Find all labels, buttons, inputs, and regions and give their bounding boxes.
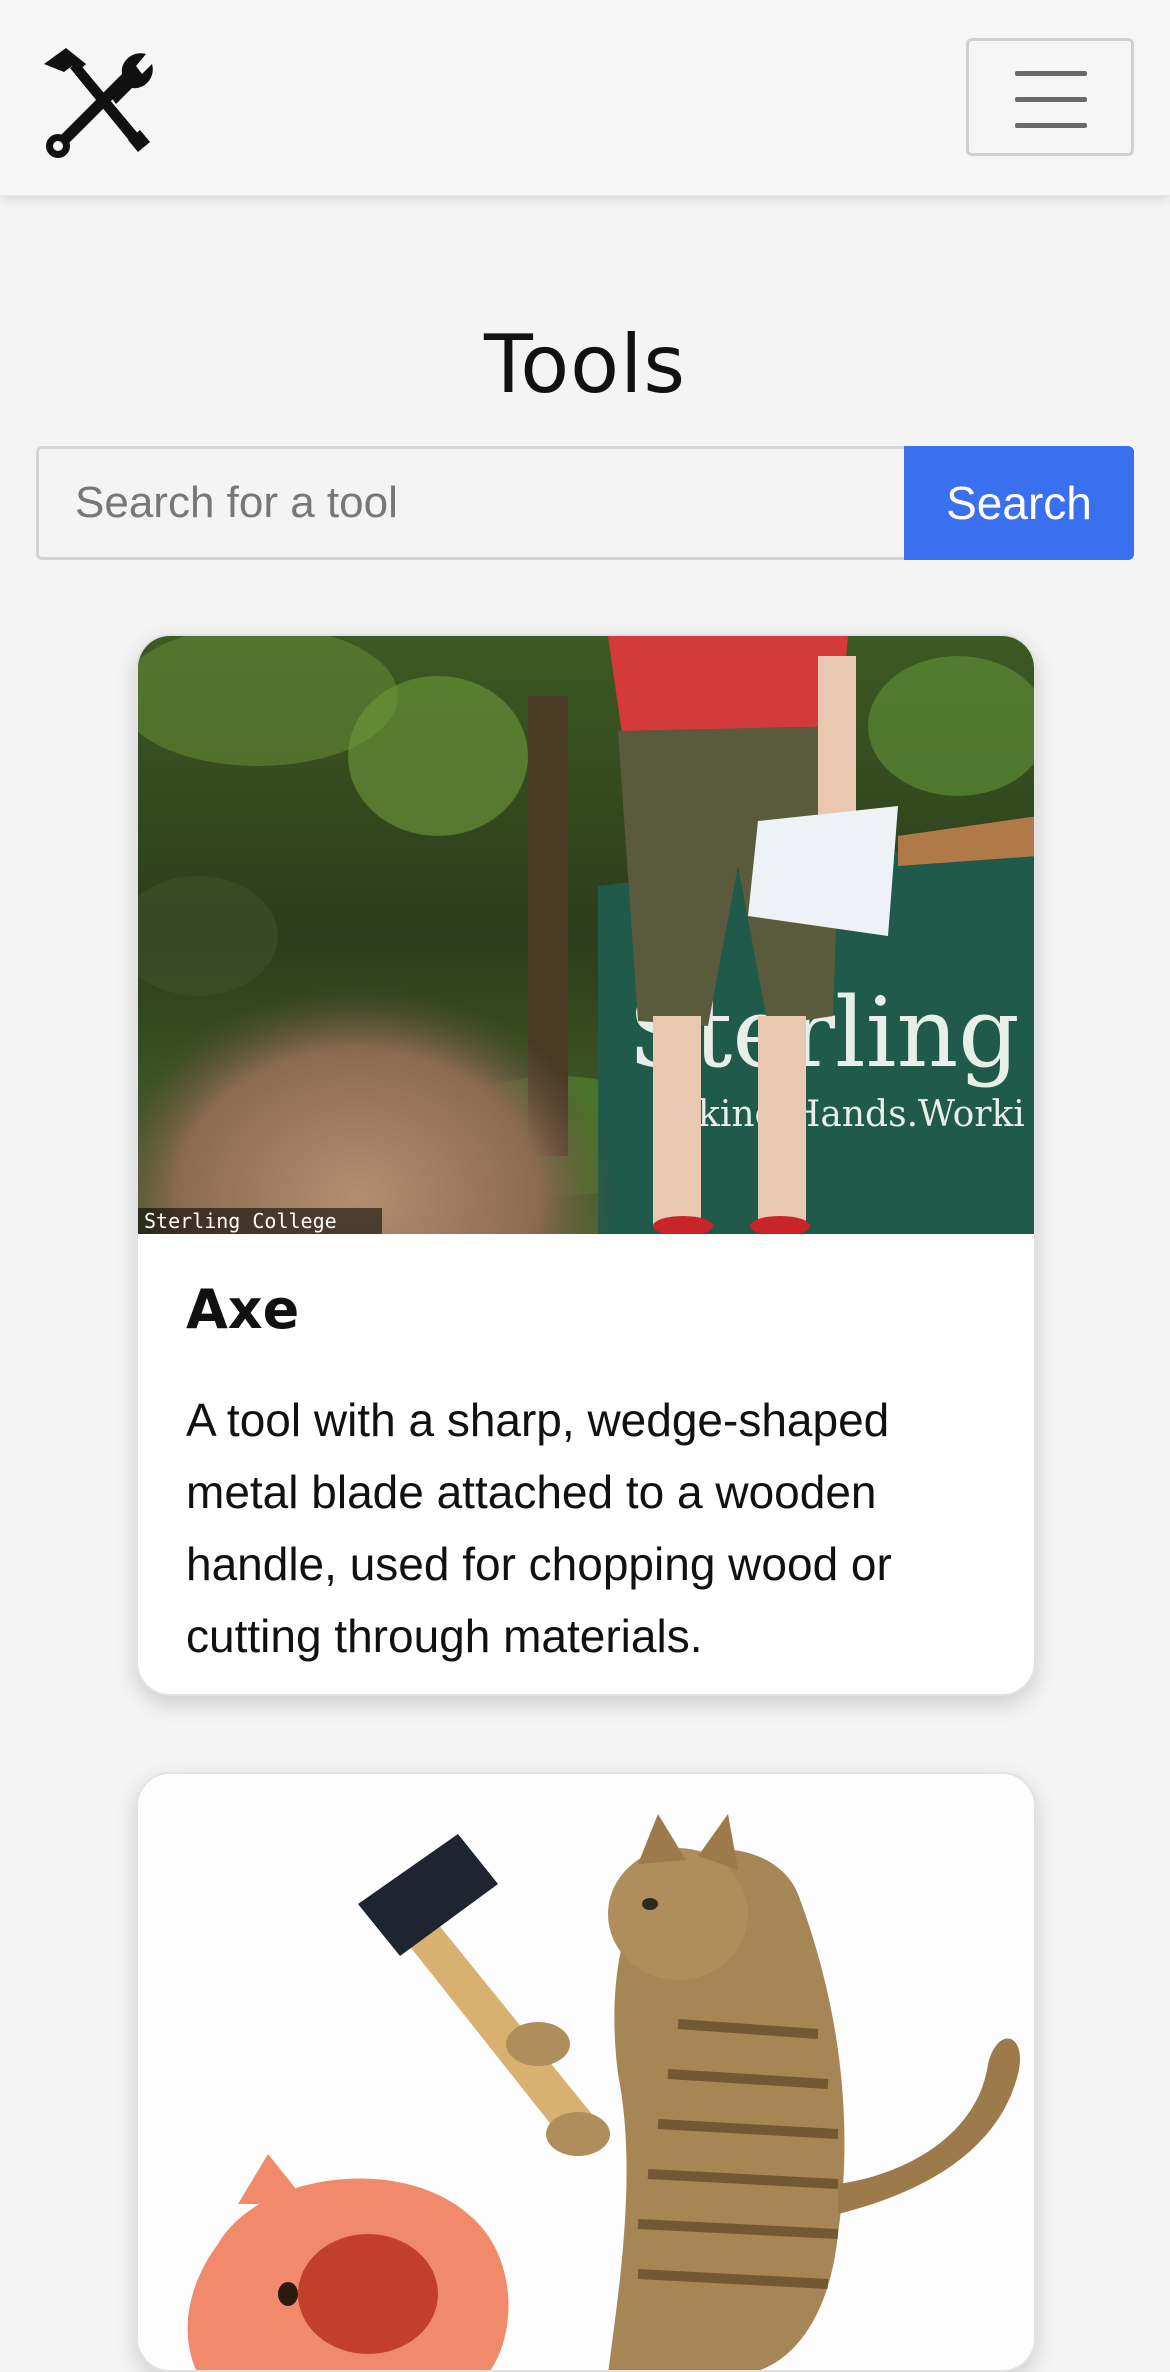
hamburger-bar — [1015, 123, 1087, 128]
banner-subtext: king Hands.Worki — [698, 1094, 1025, 1135]
tool-card[interactable]: Sterling Co king Hands.Worki Sterling Co… — [136, 634, 1036, 1696]
tool-card-description: A tool with a sharp, wedge-shaped metal … — [186, 1394, 892, 1662]
hamburger-bar — [1015, 97, 1087, 102]
hamburger-menu-icon — [1015, 71, 1087, 76]
tool-card[interactable] — [136, 1772, 1036, 2372]
tool-card-image: Sterling Co king Hands.Worki Sterling Co… — [138, 636, 1034, 1234]
navbar — [0, 0, 1170, 196]
tool-card-image — [138, 1774, 1034, 2370]
menu-toggle-button[interactable] — [966, 38, 1134, 156]
search-button[interactable]: Search — [904, 446, 1134, 560]
hammer-wrench-icon[interactable] — [36, 46, 156, 158]
search-input[interactable] — [36, 446, 906, 560]
page-title: Tools — [483, 318, 687, 411]
image-watermark: Sterling College — [144, 1209, 337, 1233]
tool-card-title: Axe — [186, 1278, 300, 1341]
